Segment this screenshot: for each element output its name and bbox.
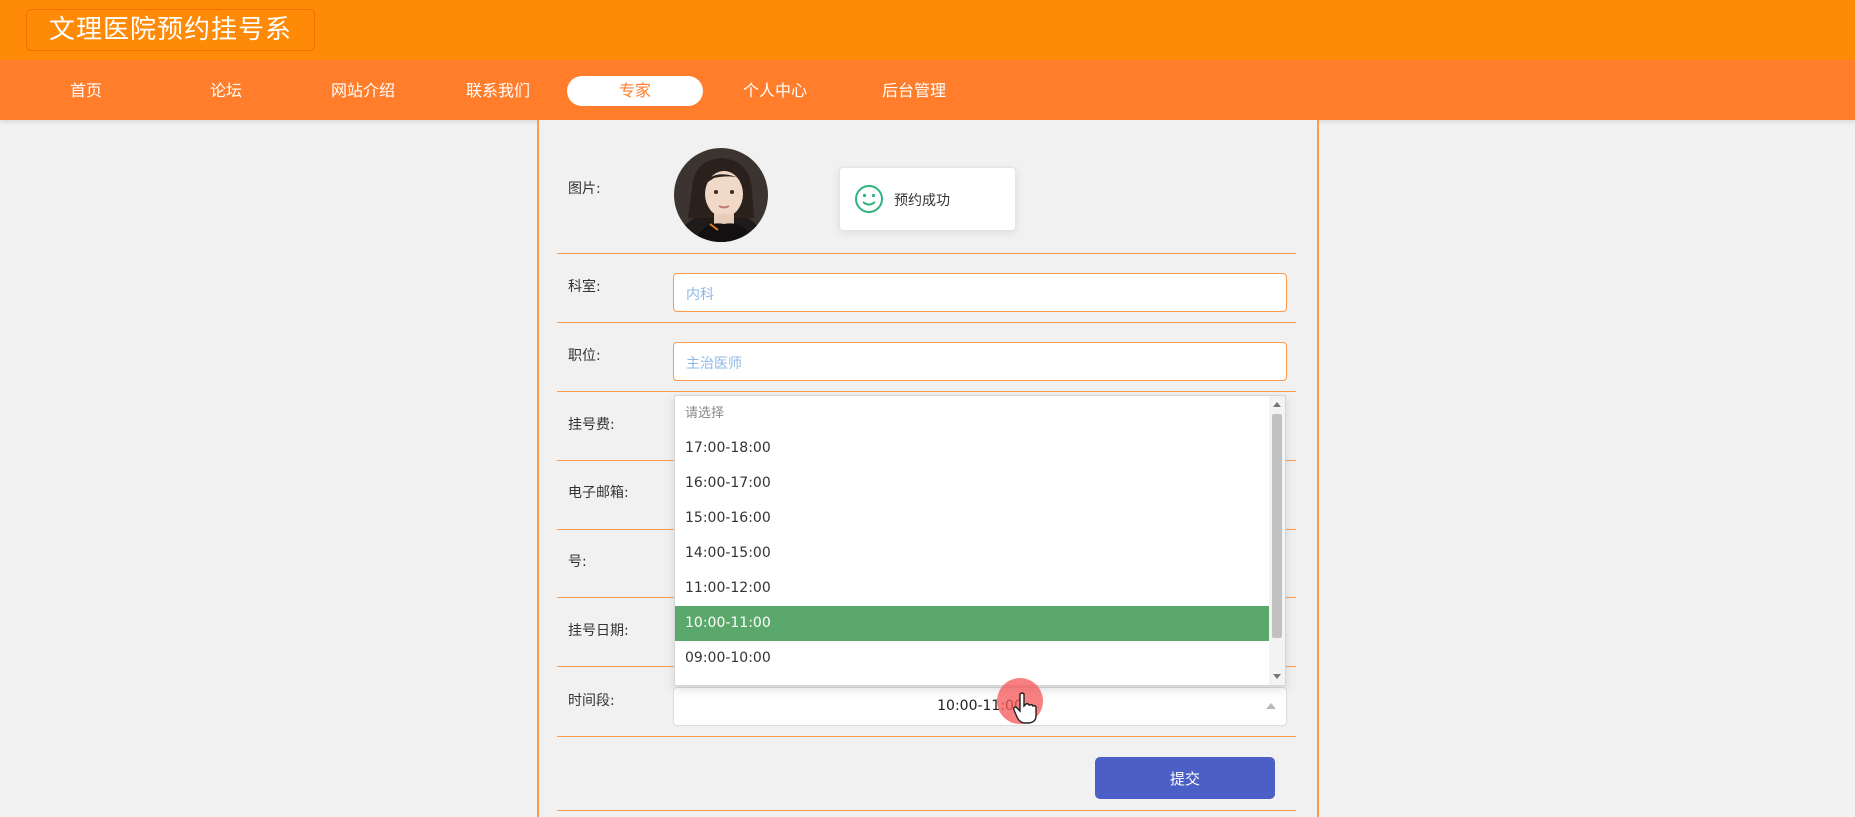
- dropdown-scrollbar[interactable]: [1269, 396, 1285, 685]
- hand-pointer-icon: [1013, 692, 1037, 724]
- option-14-15[interactable]: 14:00-15:00: [675, 536, 1269, 571]
- top-header: 文理医院预约挂号系: [0, 0, 1855, 60]
- department-label: 科室:: [568, 279, 601, 295]
- smile-icon: [855, 185, 883, 213]
- timeslot-select[interactable]: 10:00-11:00: [673, 687, 1287, 726]
- divider: [557, 736, 1296, 737]
- doctor-avatar: [674, 148, 768, 242]
- scroll-up-icon[interactable]: [1273, 402, 1281, 407]
- divider: [557, 322, 1296, 323]
- position-value: 主治医师: [686, 356, 742, 372]
- divider: [557, 391, 1296, 392]
- option-15-16[interactable]: 15:00-16:00: [675, 501, 1269, 536]
- number-label: 号:: [568, 554, 587, 570]
- department-value: 内科: [686, 287, 714, 303]
- position-label: 职位:: [568, 348, 601, 364]
- option-10-11[interactable]: 10:00-11:00: [675, 606, 1269, 641]
- scroll-down-icon[interactable]: [1273, 674, 1281, 679]
- scroll-thumb[interactable]: [1272, 414, 1282, 638]
- timeslot-selected-value: 10:00-11:00: [937, 698, 1023, 714]
- submit-button[interactable]: 提交: [1095, 757, 1275, 799]
- nav-item-personal-center[interactable]: 个人中心: [735, 76, 815, 106]
- option-placeholder[interactable]: 请选择: [675, 396, 1269, 431]
- success-toast: 预约成功: [839, 167, 1016, 231]
- department-input[interactable]: 内科: [673, 273, 1287, 312]
- divider: [557, 253, 1296, 254]
- fee-label: 挂号费:: [568, 417, 615, 433]
- nav-item-home[interactable]: 首页: [55, 76, 117, 106]
- nav-item-admin[interactable]: 后台管理: [874, 76, 954, 106]
- option-11-12[interactable]: 11:00-12:00: [675, 571, 1269, 606]
- divider: [557, 810, 1296, 811]
- nav-item-experts[interactable]: 专家: [567, 76, 703, 106]
- nav-item-about[interactable]: 网站介绍: [323, 76, 403, 106]
- timeslot-dropdown-list: 请选择 17:00-18:00 16:00-17:00 15:00-16:00 …: [674, 395, 1286, 686]
- nav-item-contact[interactable]: 联系我们: [458, 76, 538, 106]
- timeslot-label: 时间段:: [568, 693, 615, 709]
- caret-up-icon: [1266, 703, 1276, 709]
- option-16-17[interactable]: 16:00-17:00: [675, 466, 1269, 501]
- site-title[interactable]: 文理医院预约挂号系: [26, 9, 316, 51]
- toast-message: 预约成功: [894, 193, 950, 209]
- position-input[interactable]: 主治医师: [673, 342, 1287, 381]
- option-17-18[interactable]: 17:00-18:00: [675, 431, 1269, 466]
- image-label: 图片:: [568, 181, 601, 197]
- date-label: 挂号日期:: [568, 623, 629, 639]
- option-09-10[interactable]: 09:00-10:00: [675, 641, 1269, 676]
- main-nav: 首页 论坛 网站介绍 联系我们 专家 个人中心 后台管理: [0, 60, 1855, 120]
- nav-item-forum[interactable]: 论坛: [195, 76, 257, 106]
- email-label: 电子邮箱:: [568, 485, 629, 501]
